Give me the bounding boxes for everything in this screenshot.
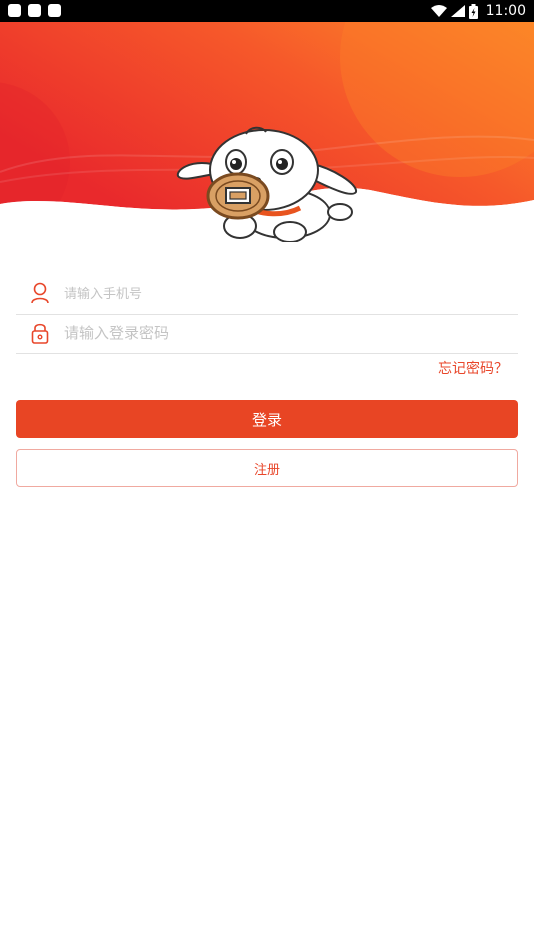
password-field — [16, 313, 518, 354]
phone-input[interactable] — [64, 278, 504, 310]
notification-icon — [48, 4, 61, 17]
header-banner — [0, 22, 534, 252]
register-button-label: 注册 — [253, 462, 280, 478]
phone-field — [16, 274, 518, 315]
login-button-label: 登录 — [251, 410, 282, 429]
password-input[interactable] — [64, 317, 504, 349]
status-notifications — [8, 4, 61, 17]
login-button[interactable]: 登录 — [16, 400, 518, 438]
status-bar: 11:00 — [0, 0, 534, 22]
notification-icon — [8, 4, 21, 17]
notification-icon — [28, 4, 41, 17]
register-button[interactable]: 注册 — [16, 449, 518, 487]
wifi-icon — [430, 5, 447, 17]
login-screen: 11:00 请输入手机号 忘记密码？ 登录 注册 — [0, 0, 534, 948]
dog-mascot-icon — [176, 126, 357, 242]
forgot-password-link[interactable]: 忘记密码？ — [438, 358, 508, 378]
status-time: 11:00 — [485, 3, 526, 19]
battery-icon — [468, 3, 478, 19]
signal-icon — [450, 5, 465, 17]
status-system: 11:00 — [430, 0, 526, 22]
lock-icon — [31, 323, 49, 344]
user-icon — [31, 282, 49, 304]
